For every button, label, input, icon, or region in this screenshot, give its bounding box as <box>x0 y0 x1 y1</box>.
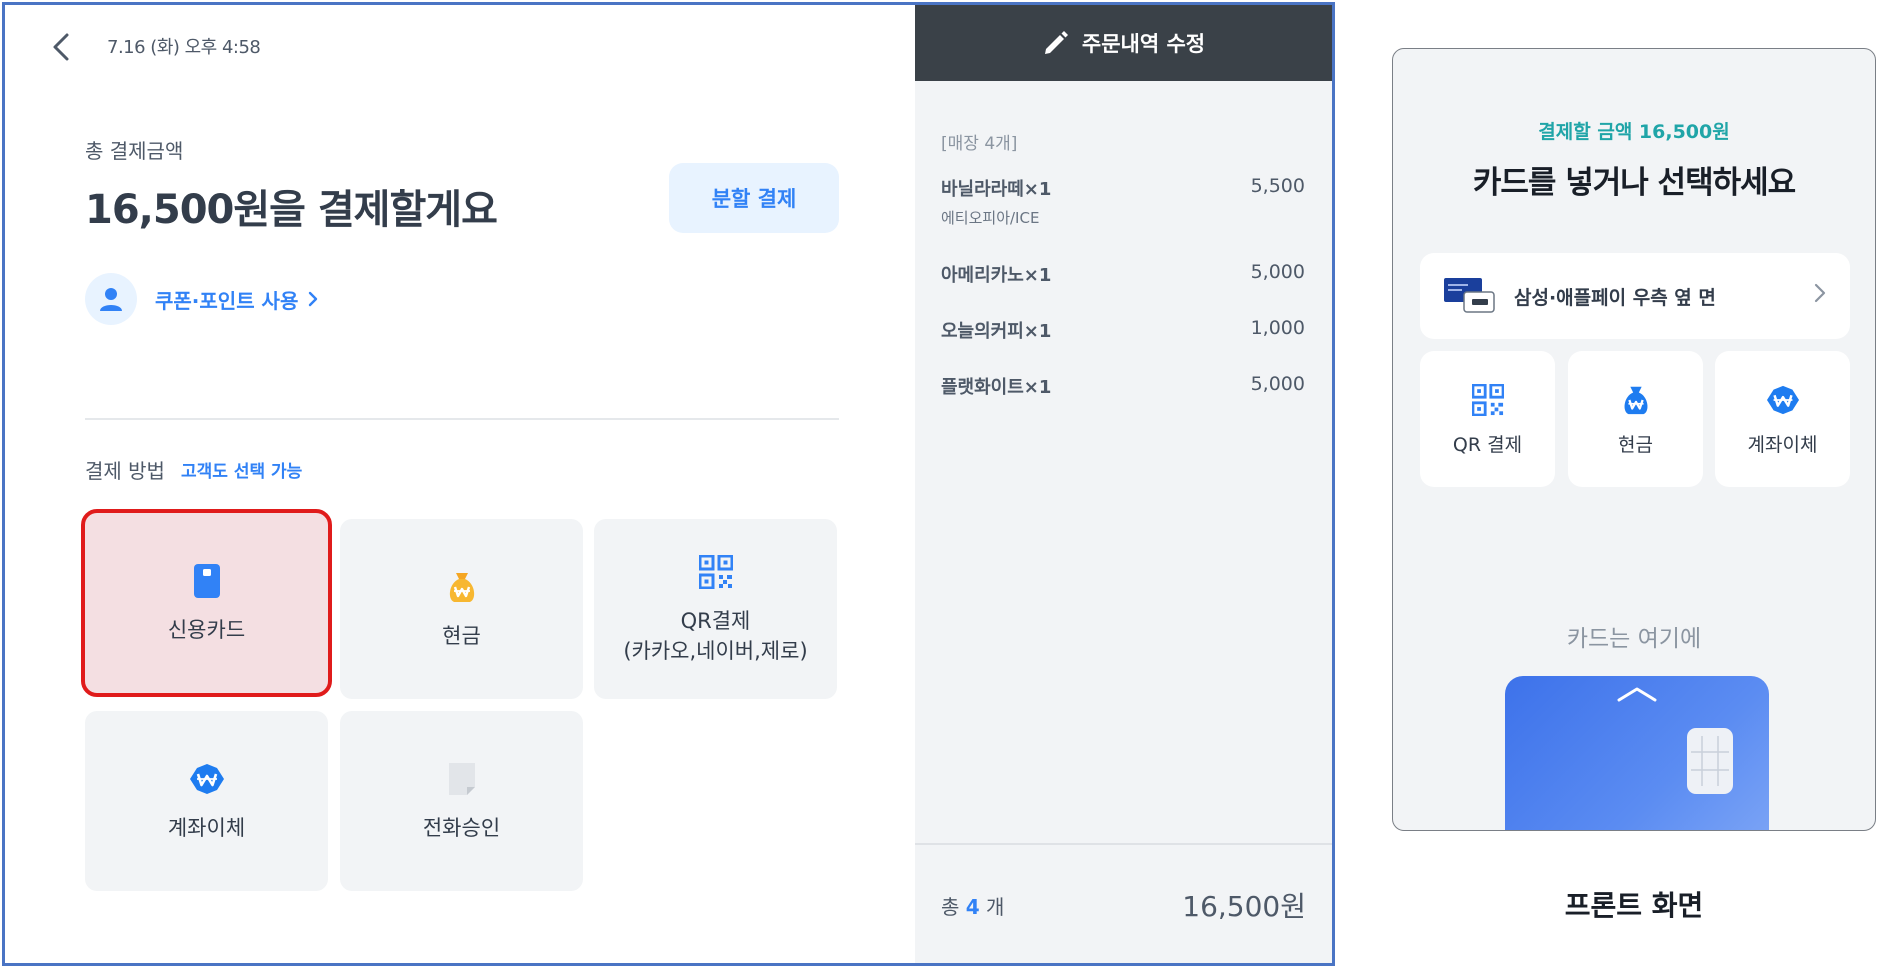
front-title: 카드를 넣거나 선택하세요 <box>1472 165 1796 201</box>
card-chip-icon <box>1687 728 1733 794</box>
method-credit-card[interactable]: 신용카드 <box>81 509 332 697</box>
front-method-label: QR 결제 <box>1452 433 1523 456</box>
method-label: QR결제 (카카오,네이버,제로) <box>623 609 808 663</box>
pay-option-label: 삼성·애플페이 우측 옆 면 <box>1514 286 1716 309</box>
document-icon <box>442 759 482 799</box>
customer-front-screen: 결제할 금액 16,500원 카드를 넣거나 선택하세요 삼성·애플페이 우측 … <box>1392 48 1876 831</box>
payment-section: 7.16 (화) 오후 4:58 총 결제금액 16,500원을 결제할게요 분… <box>5 5 915 963</box>
front-method-label: 현금 <box>1618 433 1653 456</box>
method-phone-approval[interactable]: 전화승인 <box>340 711 583 891</box>
item-name: 바닐라라떼×1 <box>941 179 1052 200</box>
order-divider <box>915 843 1332 845</box>
qr-code-icon <box>1470 382 1506 418</box>
card-insert-hint: 카드는 여기에 <box>1566 626 1702 652</box>
pencil-icon <box>1044 31 1068 54</box>
chevron-right-icon <box>308 291 318 307</box>
order-total-amount: 16,500원 <box>1182 890 1306 923</box>
item-name: 플랫화이트×1 <box>941 377 1052 398</box>
chevron-left-icon <box>53 33 69 61</box>
order-summary-panel: 주문내역 수정 [매장 4개] 바닐라라떼×1 5,500 에티오피아/ICE … <box>915 5 1332 963</box>
total-count-number: 4 <box>965 895 980 919</box>
won-transfer-icon <box>187 759 227 799</box>
total-suffix: 개 <box>986 895 1005 919</box>
page-title: 16,500원을 결제할게요 <box>85 187 498 233</box>
credit-card-icon <box>187 561 227 601</box>
total-prefix: 총 <box>941 895 960 919</box>
money-bag-icon <box>442 567 482 607</box>
datetime: 7.16 (화) 오후 4:58 <box>107 37 261 58</box>
front-amount-subtitle: 결제할 금액 16,500원 <box>1538 121 1730 143</box>
won-transfer-icon <box>1765 382 1801 418</box>
order-total-count: 총 4 개 <box>941 891 1004 920</box>
item-price: 5,000 <box>1250 373 1305 395</box>
method-label: 현금 <box>442 624 481 648</box>
section-divider <box>85 418 839 420</box>
samsung-apple-pay-option[interactable]: 삼성·애플페이 우측 옆 면 <box>1420 253 1850 339</box>
item-name: 아메리카노×1 <box>941 265 1052 286</box>
money-bag-icon <box>1618 382 1654 418</box>
payment-method-hint: 고객도 선택 가능 <box>181 462 303 482</box>
edit-order-button[interactable]: 주문내역 수정 <box>915 5 1332 81</box>
edit-order-label: 주문내역 수정 <box>1081 32 1206 56</box>
item-price: 5,500 <box>1250 175 1305 197</box>
method-label: 신용카드 <box>167 618 246 642</box>
front-screen-caption: 프론트 화면 <box>1564 889 1704 922</box>
split-payment-button[interactable]: 분할 결제 <box>669 163 839 233</box>
store-count-label: [매장 4개] <box>941 134 1018 154</box>
method-label: 전화승인 <box>422 816 501 840</box>
front-method-label: 계좌이체 <box>1747 433 1818 456</box>
item-price: 5,000 <box>1250 261 1305 283</box>
user-icon <box>100 288 122 311</box>
coupon-point-link[interactable]: 쿠폰·포인트 사용 <box>85 273 318 325</box>
front-method-cash[interactable]: 현금 <box>1568 351 1703 487</box>
avatar <box>85 273 137 325</box>
chevron-up-icon <box>1615 684 1659 708</box>
item-name: 오늘의커피×1 <box>941 321 1052 342</box>
chevron-right-icon <box>1814 283 1826 307</box>
coupon-link-label: 쿠폰·포인트 사용 <box>155 288 299 313</box>
total-amount-label: 총 결제금액 <box>85 139 184 163</box>
method-qr[interactable]: QR결제 (카카오,네이버,제로) <box>594 519 837 699</box>
back-button[interactable] <box>45 29 77 65</box>
item-option: 에티오피아/ICE <box>941 209 1040 227</box>
samsung-apple-pay-icon <box>1444 278 1496 314</box>
method-label: 계좌이체 <box>167 816 246 840</box>
card-insert-illustration <box>1505 676 1769 830</box>
method-account-transfer[interactable]: 계좌이체 <box>85 711 328 891</box>
payment-method-label: 결제 방법 <box>85 459 165 483</box>
method-cash[interactable]: 현금 <box>340 519 583 699</box>
front-method-qr[interactable]: QR 결제 <box>1420 351 1555 487</box>
front-method-transfer[interactable]: 계좌이체 <box>1715 351 1850 487</box>
item-price: 1,000 <box>1250 317 1305 339</box>
pos-payment-screen: 7.16 (화) 오후 4:58 총 결제금액 16,500원을 결제할게요 분… <box>2 2 1335 966</box>
qr-code-icon <box>696 552 736 592</box>
